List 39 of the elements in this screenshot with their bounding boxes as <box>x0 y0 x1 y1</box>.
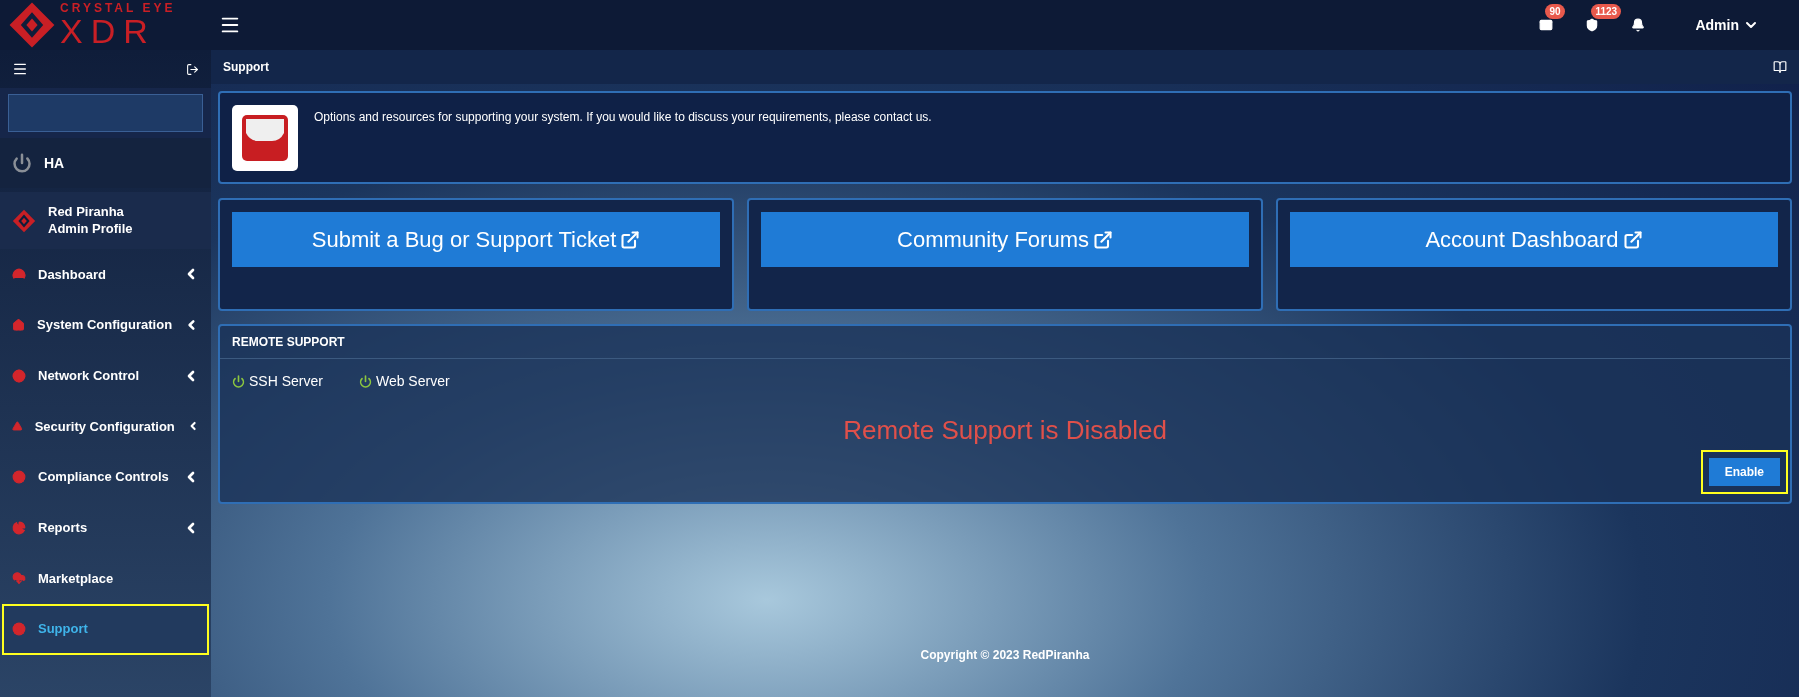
triangle-icon <box>12 419 23 434</box>
link-button[interactable]: Submit a Bug or Support Ticket <box>232 212 720 267</box>
power-icon <box>12 153 32 173</box>
page-title: Support <box>223 59 269 75</box>
logo-title: XDR <box>60 14 157 48</box>
enable-button[interactable]: Enable <box>1708 458 1780 486</box>
sidebar-item[interactable]: Support <box>2 603 209 655</box>
user-menu[interactable]: Admin <box>1695 15 1759 35</box>
cloud-icon <box>12 571 26 586</box>
profile-name: Red Piranha <box>48 204 125 221</box>
external-link-icon <box>620 229 641 250</box>
menu-button[interactable] <box>12 61 28 77</box>
count-badge: 90 <box>1545 4 1565 19</box>
logo-tagline: CRYSTAL EYE <box>60 2 176 14</box>
count-badge: 1123 <box>1591 4 1622 19</box>
intro-text: Options and resources for supporting your system. If you would like to discuss your requirements, please contact us. <box>314 109 932 125</box>
link-button[interactable]: Community Forums <box>761 212 1249 267</box>
logout-button[interactable] <box>186 62 199 76</box>
sidebar-item[interactable]: System Configuration <box>2 299 209 351</box>
copyright-text: Copyright © 2023 RedPiranha <box>920 647 1090 663</box>
section-title: REMOTE SUPPORT <box>232 334 345 350</box>
profile-role: Admin Profile <box>48 220 133 237</box>
sidebar-item[interactable]: Compliance Controls <box>2 451 209 503</box>
sidebar-item[interactable]: Marketplace <box>2 553 209 604</box>
ha-label: HA <box>44 154 65 173</box>
service-label: SSH Server <box>249 372 323 391</box>
link-button[interactable]: Account Dashboard <box>1290 212 1778 267</box>
service-label: Web Server <box>375 372 450 391</box>
status-message: Remote Support is Disabled <box>843 414 1167 447</box>
sidebar-item[interactable]: Dashboard <box>2 249 209 300</box>
book-icon <box>1773 60 1787 74</box>
profile-logo-icon <box>12 208 36 233</box>
sidebar-item[interactable]: Reports <box>2 502 209 554</box>
home-icon <box>12 318 26 333</box>
external-link-icon <box>1092 229 1113 250</box>
sidebar-item[interactable]: Security Configuration <box>2 401 209 452</box>
sidebar-item[interactable]: Network Control <box>2 350 209 402</box>
support-logo-icon <box>232 105 298 171</box>
external-link-icon <box>1622 229 1643 250</box>
